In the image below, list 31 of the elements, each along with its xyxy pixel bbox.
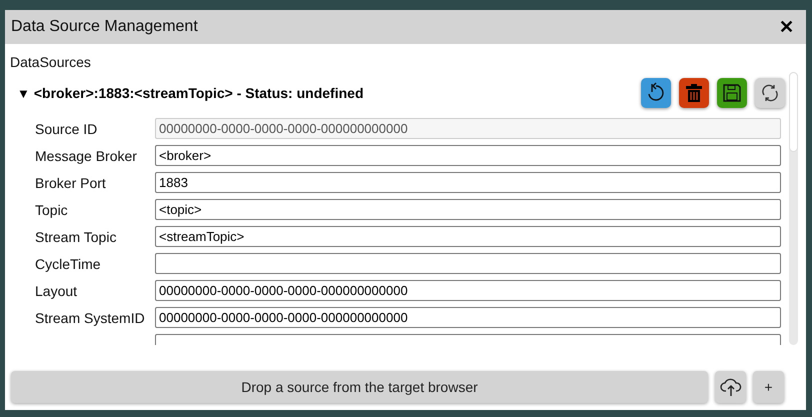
expand-toggle[interactable]: ▼ bbox=[10, 86, 34, 100]
reset-button[interactable] bbox=[641, 78, 671, 108]
cloud-upload-icon bbox=[720, 378, 742, 396]
input-field[interactable]: 1883 bbox=[155, 172, 781, 193]
save-button[interactable] bbox=[717, 78, 747, 108]
field-label: Layout bbox=[35, 282, 78, 298]
source-title: <broker>:1883:<streamTopic> - Status: undefined bbox=[34, 85, 364, 101]
upload-button[interactable] bbox=[715, 371, 746, 403]
input-field[interactable]: 00000000-0000-0000-0000-000000000000 bbox=[155, 307, 781, 328]
input-field[interactable] bbox=[155, 253, 781, 274]
field-label: Topic bbox=[35, 202, 69, 218]
refresh-button[interactable] bbox=[755, 78, 785, 108]
input-field[interactable]: <topic> bbox=[155, 199, 781, 220]
field-label: Broker Port bbox=[35, 174, 107, 190]
add-button[interactable]: + bbox=[753, 371, 784, 403]
field-label: Stream SystemID bbox=[35, 310, 146, 326]
field-label: CycleTime bbox=[35, 256, 102, 272]
window-title: Data Source Management bbox=[11, 18, 198, 36]
input-field[interactable]: 00000000-0000-0000-0000-000000000000 bbox=[155, 280, 781, 301]
scrollbar[interactable] bbox=[789, 72, 798, 345]
section-label: DataSources bbox=[10, 54, 92, 70]
field-label: Stream Topic bbox=[35, 228, 118, 244]
refresh-icon bbox=[760, 83, 780, 103]
input-field[interactable]: <broker> bbox=[155, 145, 781, 166]
drop-source-button[interactable]: Drop a source from the target browser bbox=[11, 371, 708, 403]
trash-icon bbox=[685, 83, 703, 103]
close-button[interactable]: ✕ bbox=[779, 16, 794, 38]
input-field[interactable]: <streamTopic> bbox=[155, 226, 781, 247]
field-label: Message Broker bbox=[35, 148, 138, 164]
field-label: Source ID bbox=[35, 120, 98, 136]
delete-button[interactable] bbox=[679, 78, 709, 108]
